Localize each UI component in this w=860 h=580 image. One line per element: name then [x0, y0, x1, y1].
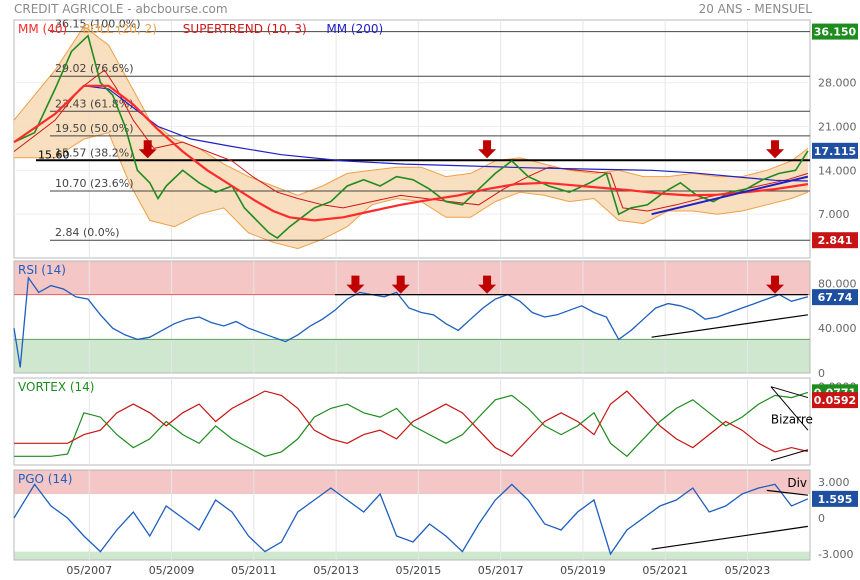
resistance-label: 15.60 — [38, 148, 70, 161]
rsi-trendline — [651, 314, 808, 338]
fib-level-label-5: 10.70 (23.6%) — [55, 177, 134, 190]
x-tick-label-1: 05/2009 — [149, 564, 195, 577]
rsi-y-tick-0: 0 — [818, 367, 825, 380]
price-legend-1: BOLL (20, 2) — [82, 22, 157, 36]
pgo-annotation: Div — [787, 476, 807, 490]
rsi-y-tick-1: 40.000 — [818, 322, 857, 335]
price-arrow-1 — [478, 140, 497, 159]
vortex-annotation: Bizarre — [771, 413, 813, 427]
fib-level-label-3: 19.50 (50.0%) — [55, 122, 134, 135]
vortex-panel-frame — [13, 377, 811, 466]
pgo-badge: 1.595 — [818, 493, 853, 506]
bollinger-band-fill — [14, 26, 808, 249]
pgo-y-tick-2: -3.000 — [818, 548, 853, 561]
vortex-legend-0: VORTEX (14) — [18, 380, 95, 394]
price-y-tick-2: 21.000 — [818, 120, 857, 133]
x-tick-label-5: 05/2017 — [478, 564, 524, 577]
fib-level-label-6: 2.84 (0.0%) — [55, 226, 120, 239]
price-y-tick-3: 28.000 — [818, 77, 857, 90]
pgo-lower-zone — [14, 551, 810, 560]
pgo-trendline-bottom — [651, 525, 808, 550]
price-y-tick-1: 14.000 — [818, 164, 857, 177]
pgo-legend-0: PGO (14) — [18, 472, 72, 486]
rsi-legend-0: RSI (14) — [18, 263, 66, 277]
price-badge-2: 2.841 — [818, 234, 853, 247]
vortex-line-1 — [14, 390, 809, 458]
rsi-oversold-zone — [14, 339, 810, 373]
price-legend-3: MM (200) — [326, 22, 383, 36]
chart-canvas: 7.00014.00021.00028.00036.15 (100.0%)29.… — [13, 18, 858, 577]
pgo-y-tick-1: 0 — [818, 512, 825, 525]
price-badge-1: 17.115 — [814, 145, 856, 158]
x-tick-label-8: 05/2023 — [725, 564, 771, 577]
x-tick-label-2: 05/2011 — [231, 564, 277, 577]
price-badge-0: 36.150 — [814, 26, 857, 39]
price-y-tick-0: 7.000 — [818, 208, 850, 221]
rsi-badge: 67.74 — [818, 291, 853, 304]
x-tick-label-6: 05/2019 — [560, 564, 606, 577]
vortex-badge-1: 0.0592 — [814, 394, 856, 407]
rsi-overbought-zone — [14, 261, 810, 295]
x-tick-label-3: 05/2013 — [313, 564, 359, 577]
rsi-y-tick-2: 80.000 — [818, 277, 857, 290]
price-legend-2: SUPERTREND (10, 3) — [183, 22, 307, 36]
x-tick-label-7: 05/2021 — [642, 564, 688, 577]
pgo-y-tick-0: 3.000 — [818, 476, 850, 489]
x-tick-label-4: 05/2015 — [396, 564, 442, 577]
price-arrow-2 — [766, 140, 785, 159]
x-tick-label-0: 05/2007 — [66, 564, 112, 577]
price-legend-0: MM (40) — [18, 22, 67, 36]
